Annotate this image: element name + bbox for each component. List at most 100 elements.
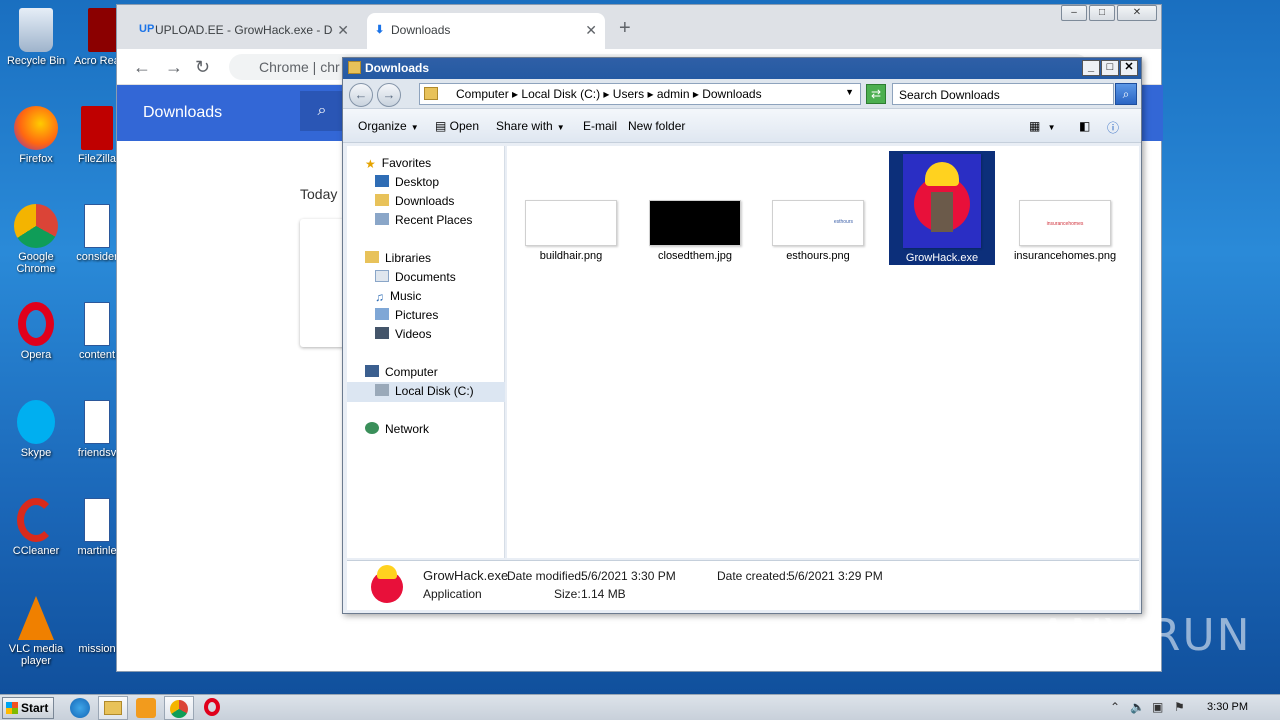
nav-desktop[interactable]: Desktop [375,175,439,189]
breadcrumb-users[interactable]: Users [613,87,644,101]
desktop-icon-firefox[interactable]: Firefox [1,106,71,165]
file-name: insurancehomes.png [1013,250,1117,262]
media-player-icon[interactable] [136,698,156,718]
document-icon [75,596,119,640]
recycle-bin-icon [19,8,53,52]
close-button[interactable]: ✕ [1117,5,1157,21]
desktop-icon-label: Recycle Bin [6,55,66,67]
file-item[interactable]: closedthem.jpg [643,200,747,263]
growhack-app-icon [903,154,981,248]
close-tab-icon[interactable]: ✕ [585,22,597,39]
nav-label: Computer [385,365,438,379]
nav-label: Desktop [395,175,440,189]
new-tab-icon[interactable]: + [619,17,631,40]
file-item[interactable]: buildhair.png [519,200,623,263]
share-with-label: Share with [496,119,553,133]
reload-icon[interactable]: ↻ [195,57,210,78]
image-thumbnail: insurancehomes [1019,200,1111,246]
nav-label: Downloads [395,194,455,208]
nav-downloads[interactable]: Downloads [375,194,454,208]
desktop-icon-ccleaner[interactable]: CCleaner [1,498,71,557]
nav-music[interactable]: ♫ Music [375,289,421,304]
open-button[interactable]: ▤ Open [435,119,479,133]
share-with-button[interactable]: Share with ▼ [496,119,565,133]
page-title: Downloads [143,104,223,121]
word-document-icon [84,400,110,444]
network-tray-icon[interactable]: ▣ [1152,700,1163,714]
desktop-icon [375,175,389,187]
minimize-button[interactable]: _ [1082,60,1100,76]
desktop-icon-label: CCleaner [12,545,60,557]
nav-documents[interactable]: Documents [375,270,456,284]
back-icon[interactable]: ← [349,83,373,107]
tab-label: Downloads [391,23,451,37]
nav-network[interactable]: Network [365,422,429,436]
firefox-icon [14,106,58,150]
detail-file-name: GrowHack.exe [423,568,509,583]
nav-pictures[interactable]: Pictures [375,308,438,322]
nav-recent-places[interactable]: Recent Places [375,213,472,227]
change-view-icon[interactable]: ▦ ▼ [1029,119,1056,133]
nav-computer[interactable]: Computer [365,365,438,379]
search-icon[interactable]: ⌕ [1115,83,1137,105]
start-button[interactable]: Start [2,697,54,719]
taskbar-explorer[interactable] [98,696,128,720]
taskbar-chrome[interactable] [164,696,194,720]
close-button[interactable]: ✕ [1120,60,1138,76]
search-icon[interactable]: ⌕ [300,91,344,131]
breadcrumb-downloads[interactable]: Downloads [702,87,761,101]
opera-icon[interactable] [204,698,220,716]
back-icon[interactable]: ← [133,57,151,78]
desktop-icon-opera[interactable]: Opera [1,302,71,361]
maximize-button[interactable]: □ [1101,60,1119,76]
organize-button[interactable]: Organize ▼ [358,119,419,133]
chevron-down-icon[interactable]: ▼ [845,87,854,97]
email-button[interactable]: E-mail [583,119,617,133]
tray-expand-icon[interactable]: ⌃ [1110,700,1120,714]
forward-icon[interactable]: → [377,83,401,107]
detail-file-type: Application [423,587,482,601]
file-item[interactable]: esthours esthours.png [766,200,870,263]
volume-icon[interactable]: 🔈 [1130,700,1145,714]
detail-created-value: 5/6/2021 3:29 PM [788,569,883,583]
detail-modified-value: 5/6/2021 3:30 PM [581,569,676,583]
breadcrumb-local-disk[interactable]: Local Disk (C:) [521,87,600,101]
search-input[interactable]: Search Downloads [892,83,1114,105]
nav-local-disk[interactable]: Local Disk (C:) [375,384,474,398]
clock[interactable]: 3:30 PM [1207,701,1248,713]
desktop-icon-skype[interactable]: Skype [1,400,71,459]
detail-created-label: Date created: [717,569,790,583]
preview-pane-icon[interactable]: ◧ [1079,119,1090,133]
tab-downloads[interactable]: ⬇ Downloads ✕ [367,13,605,49]
file-item-selected[interactable]: GrowHack.exe [889,151,995,265]
minimize-button[interactable]: – [1061,5,1087,21]
chrome-tabstrip: UP UPLOAD.EE - GrowHack.exe - Downl ✕ ⬇ … [117,5,1161,49]
forward-icon[interactable]: → [165,57,183,78]
desktop-icon-chrome[interactable]: Google Chrome [1,204,71,275]
breadcrumb-admin[interactable]: admin [657,87,690,101]
taskbar: Start ⌃ 🔈 ▣ ⚑ 3:30 PM [0,694,1280,720]
desktop-icon-vlc[interactable]: VLC media player [1,596,71,667]
desktop-icon-label: VLC media player [8,643,64,667]
action-center-flag-icon[interactable]: ⚑ [1174,700,1185,714]
refresh-icon[interactable]: ⇄ [866,84,886,104]
help-icon[interactable]: ⓘ [1107,119,1119,136]
internet-explorer-icon[interactable] [70,698,90,718]
close-tab-icon[interactable]: ✕ [337,22,349,39]
nav-libraries[interactable]: Libraries [365,251,431,265]
nav-favorites[interactable]: ★ Favorites [365,156,431,171]
desktop-icon-recycle-bin[interactable]: Recycle Bin [1,8,71,67]
nav-label: Local Disk (C:) [395,384,474,398]
opera-icon [18,302,54,346]
maximize-button[interactable]: □ [1089,5,1115,21]
file-name: buildhair.png [539,250,603,262]
address-bar[interactable]: Computer ▸ Local Disk (C:) ▸ Users ▸ adm… [419,83,861,105]
filezilla-icon [81,106,113,150]
breadcrumb-computer[interactable]: Computer [456,87,509,101]
organize-label: Organize [358,119,407,133]
nav-videos[interactable]: Videos [375,327,431,341]
tab-upload-ee[interactable]: UP UPLOAD.EE - GrowHack.exe - Downl ✕ [131,13,357,49]
file-item[interactable]: insurancehomes insurancehomes.png [1013,200,1117,263]
detail-size-label: Size: [554,587,581,601]
new-folder-button[interactable]: New folder [628,119,685,133]
